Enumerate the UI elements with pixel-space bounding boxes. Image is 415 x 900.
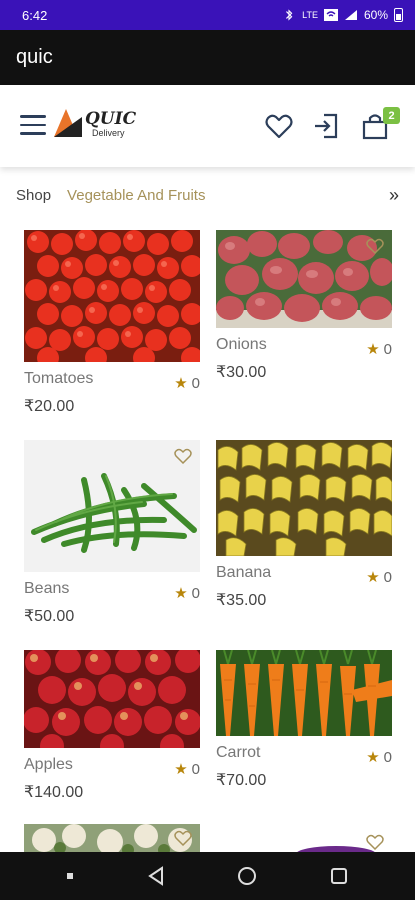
product-rating: ★ 0 xyxy=(366,568,392,587)
product-rating: ★ 0 xyxy=(366,748,392,767)
status-bar: 6:42 LTE 60% xyxy=(0,0,415,30)
product-price: ₹30.00 xyxy=(216,364,267,381)
star-icon: ★ xyxy=(366,749,380,766)
product-price: ₹20.00 xyxy=(24,398,75,415)
product-image-carrot[interactable] xyxy=(216,650,392,736)
product-card-carrot[interactable]: ★ 0 Carrot ₹70.00 xyxy=(216,650,392,790)
product-image-tomatoes[interactable] xyxy=(24,230,200,362)
star-icon: ★ xyxy=(174,375,188,392)
product-rating: ★ 0 xyxy=(366,340,392,359)
star-icon: ★ xyxy=(174,761,188,778)
product-card-tomatoes[interactable]: ★ 0 Tomatoes ₹20.00 xyxy=(24,230,200,416)
product-image-next[interactable] xyxy=(216,824,392,852)
home-icon[interactable] xyxy=(236,865,258,887)
status-icons: LTE 60% xyxy=(282,8,403,22)
logo-subtext: Delivery xyxy=(92,128,125,138)
app-title: quic xyxy=(16,46,53,68)
product-card-onions[interactable]: ★ 0 Onions ₹30.00 xyxy=(216,230,392,382)
wishlist-heart-icon[interactable] xyxy=(366,834,384,850)
product-image-cauliflower[interactable] xyxy=(24,824,200,852)
logo-text: QUIC xyxy=(85,109,137,129)
recents-icon[interactable] xyxy=(328,865,350,887)
cart-count-badge: 2 xyxy=(383,107,400,124)
product-card-beans[interactable]: ★ 0 Beans ₹50.00 xyxy=(24,440,200,626)
product-rating: ★ 0 xyxy=(174,584,200,603)
wishlist-heart-icon[interactable] xyxy=(174,448,192,464)
product-image-onions[interactable] xyxy=(216,230,392,328)
battery-percent: 60% xyxy=(363,8,388,22)
network-type: LTE xyxy=(302,10,318,20)
wishlist-heart-icon[interactable] xyxy=(264,111,294,141)
site-header: QUIC Delivery xyxy=(0,85,415,167)
product-image-apples[interactable] xyxy=(24,650,200,748)
product-card-apples[interactable]: ★ 0 Apples ₹140.00 xyxy=(24,650,200,802)
product-price: ₹35.00 xyxy=(216,592,267,609)
wishlist-heart-icon[interactable] xyxy=(174,830,192,846)
product-price: ₹50.00 xyxy=(24,608,75,625)
product-image-beans[interactable] xyxy=(24,440,200,572)
wifi-icon xyxy=(323,9,338,21)
logo-mark-icon xyxy=(54,109,82,137)
star-icon: ★ xyxy=(366,341,380,358)
back-icon[interactable] xyxy=(145,865,167,887)
login-icon[interactable] xyxy=(312,111,342,141)
star-icon: ★ xyxy=(366,569,380,586)
signal-icon xyxy=(344,10,357,20)
menu-icon[interactable] xyxy=(20,115,46,135)
product-image-banana[interactable] xyxy=(216,440,392,556)
breadcrumb: Shop Vegetable And Fruits » xyxy=(16,185,401,205)
breadcrumb-shop[interactable]: Shop xyxy=(16,187,51,204)
product-rating: ★ 0 xyxy=(174,374,200,393)
product-price: ₹70.00 xyxy=(216,772,267,789)
status-time: 6:42 xyxy=(22,7,48,23)
bluetooth-icon xyxy=(286,9,293,21)
breadcrumb-category: Vegetable And Fruits xyxy=(67,186,206,204)
system-nav-bar xyxy=(0,852,415,900)
app-title-bar: quic xyxy=(0,30,415,85)
product-price: ₹140.00 xyxy=(24,784,84,801)
menu-dot-icon[interactable] xyxy=(65,871,75,881)
product-card-banana[interactable]: ★ 0 Banana ₹35.00 xyxy=(216,440,392,610)
product-rating: ★ 0 xyxy=(174,760,200,779)
wishlist-heart-icon[interactable] xyxy=(366,238,384,254)
star-icon: ★ xyxy=(174,585,188,602)
quic-logo[interactable]: QUIC Delivery xyxy=(52,107,142,143)
breadcrumb-more-icon[interactable]: » xyxy=(389,185,399,206)
battery-icon xyxy=(394,8,403,22)
